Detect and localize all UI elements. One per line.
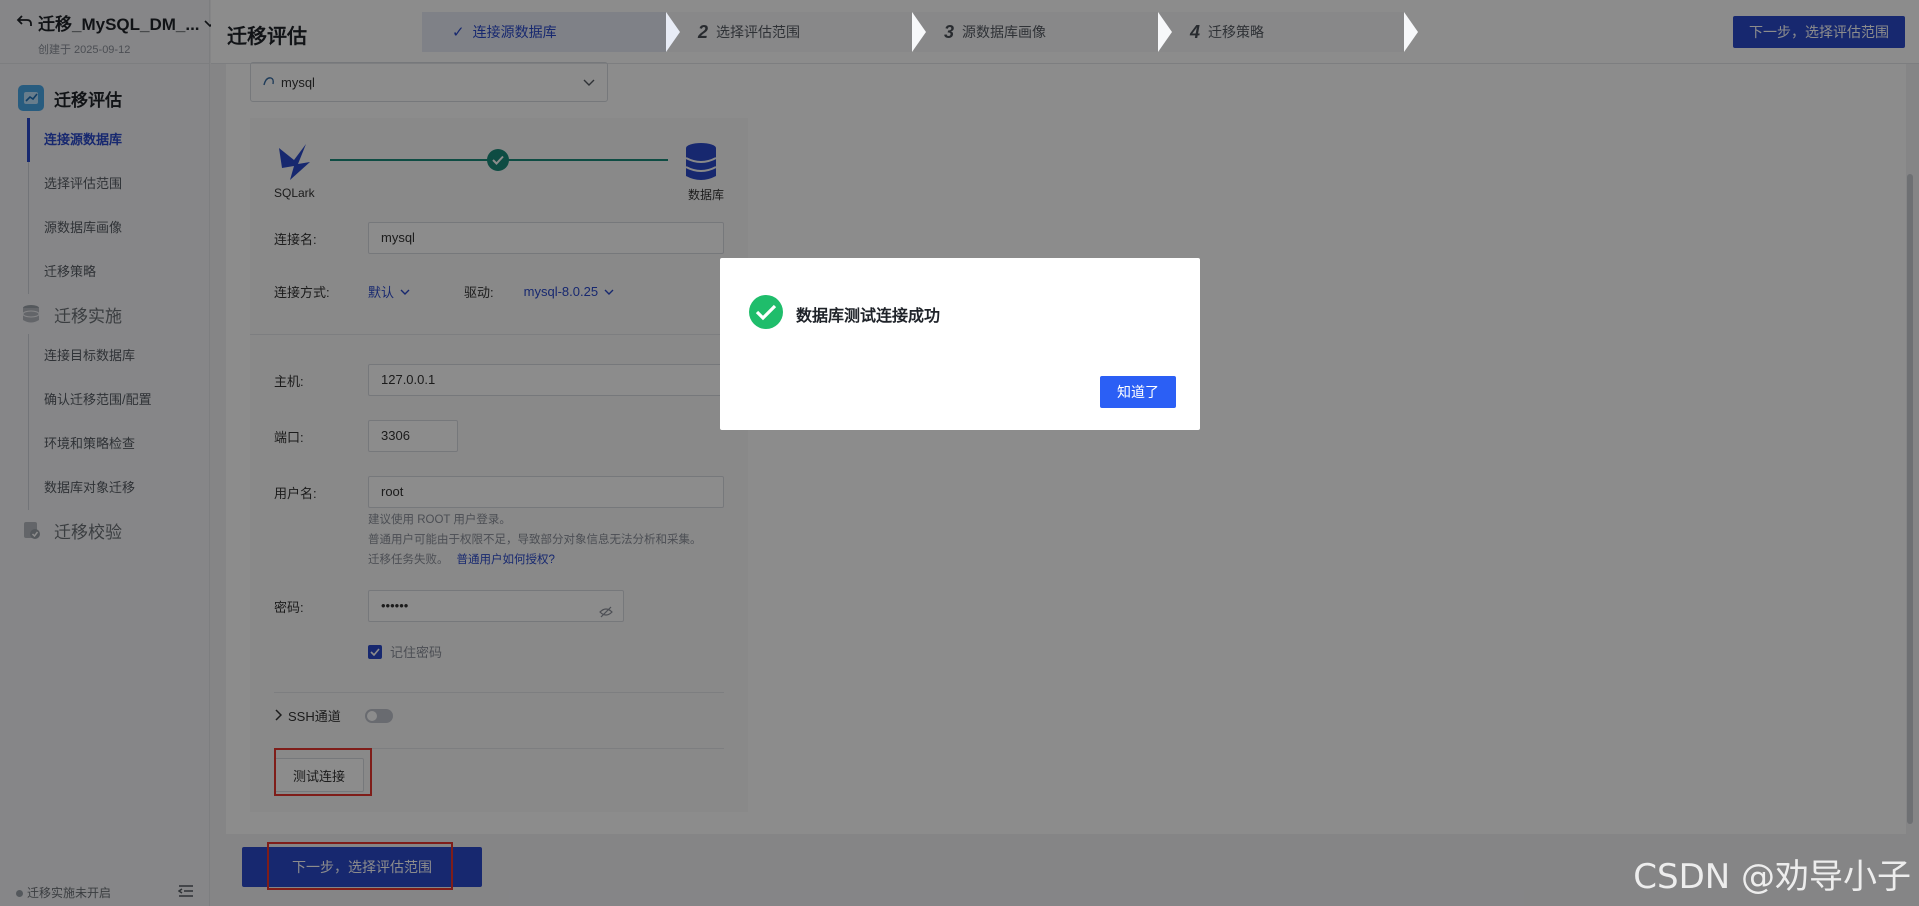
watermark: CSDN @劝导小子 (1633, 857, 1911, 897)
dialog-message-row: 数据库测试连接成功 (748, 294, 940, 333)
success-dialog: 数据库测试连接成功 知道了 (720, 258, 1200, 430)
modal-overlay (0, 0, 1919, 906)
success-check-icon (748, 294, 784, 333)
dialog-ok-button[interactable]: 知道了 (1100, 376, 1176, 408)
dialog-message: 数据库测试连接成功 (796, 307, 941, 325)
